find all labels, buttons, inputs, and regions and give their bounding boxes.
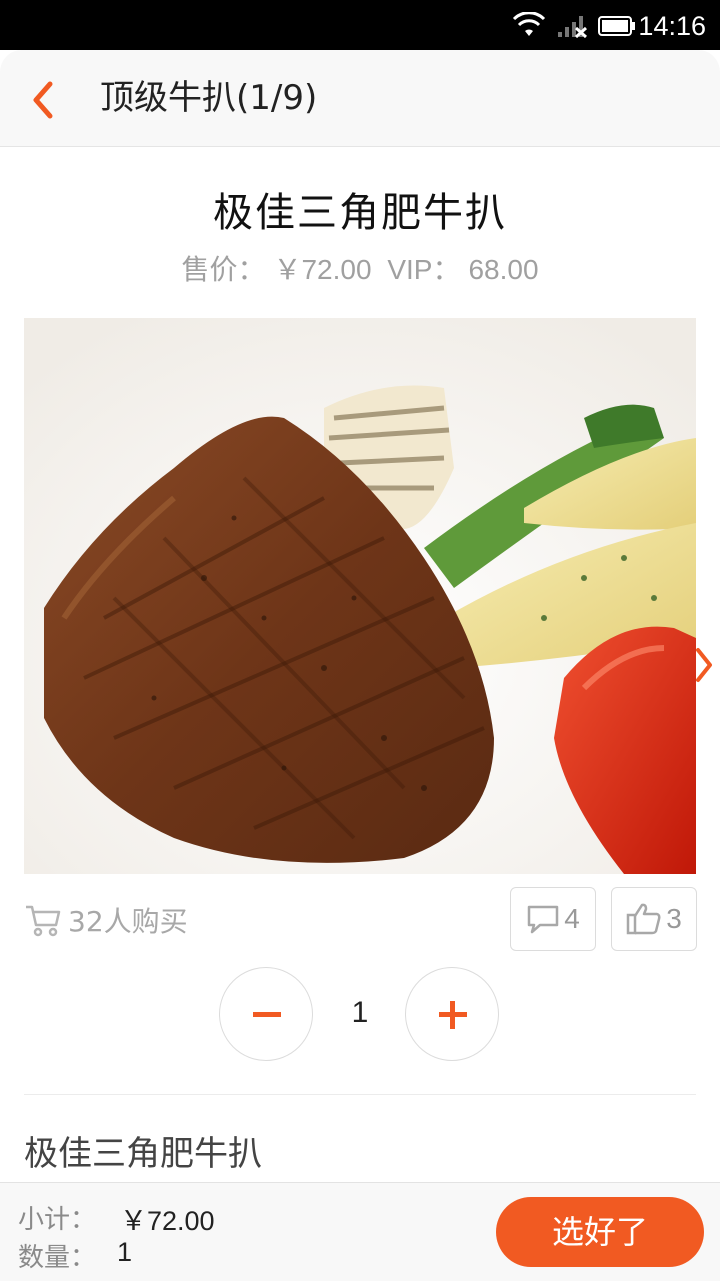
battery-icon	[598, 16, 635, 36]
cart-icon	[26, 905, 61, 937]
price-line: 售价： ￥72.00 VIP： 68.00	[0, 248, 720, 288]
next-image-arrow-icon[interactable]	[692, 640, 716, 690]
page-title: 顶级牛扒(1/9)	[100, 78, 318, 118]
product-photo[interactable]	[24, 318, 696, 874]
quantity-value: 1	[351, 996, 369, 1029]
purchase-count: 32人购买	[24, 900, 188, 940]
vip-price: 68.00	[468, 254, 539, 285]
subtotal-label: 小计：	[18, 1205, 97, 1235]
product-name: 极佳三角肥牛扒	[213, 190, 507, 236]
comment-icon	[527, 905, 559, 934]
back-arrow-icon[interactable]	[22, 78, 66, 122]
comment-count: 4	[564, 903, 580, 934]
steak-plate-illustration	[24, 318, 696, 874]
minus-icon	[253, 1012, 281, 1017]
status-bar: 14:16	[0, 0, 720, 50]
description-title: 极佳三角肥牛扒	[24, 1134, 262, 1174]
price-label: 售价：	[181, 254, 266, 285]
footer-quantity-value: 1	[117, 1237, 133, 1267]
increase-quantity-button[interactable]	[405, 967, 499, 1061]
confirm-selection-button[interactable]: 选好了	[496, 1197, 704, 1267]
price-value: ￥72.00	[273, 254, 372, 285]
quantity-label: 数量：	[18, 1243, 97, 1273]
wifi-icon	[512, 12, 546, 36]
footer-bar: 小计： ￥72.00 数量： 1 选好了	[0, 1182, 720, 1281]
vip-label: VIP：	[387, 254, 461, 285]
thumbs-up-icon	[626, 903, 661, 935]
status-time: 14:16	[638, 11, 706, 41]
decrease-quantity-button[interactable]	[219, 967, 313, 1061]
like-count: 3	[666, 903, 682, 934]
app-header: 顶级牛扒(1/9)	[0, 50, 720, 147]
comment-button[interactable]: 4	[510, 887, 596, 951]
signal-icon	[558, 16, 588, 38]
like-button[interactable]: 3	[611, 887, 697, 951]
divider	[24, 1094, 696, 1095]
subtotal-value: ￥72.00	[120, 1206, 215, 1236]
purchase-count-label: 32人购买	[68, 905, 188, 938]
